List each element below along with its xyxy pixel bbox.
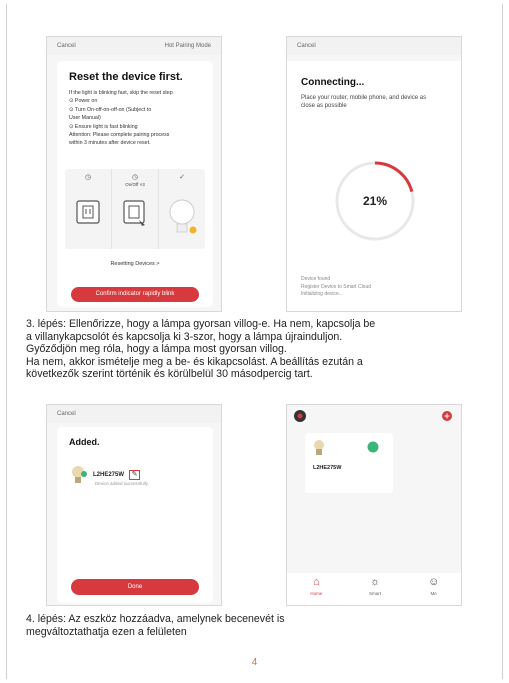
page-number: 4 (251, 657, 258, 668)
status-lines: Device found Register Device to Smart Cl… (301, 276, 371, 299)
topbar: Cancel (47, 405, 221, 423)
cancel-link[interactable]: Cancel (297, 43, 316, 49)
pairing-mode-link[interactable]: Hot Pairing Mode (165, 43, 211, 49)
cancel-link[interactable]: Cancel (57, 411, 76, 417)
edit-name-icon[interactable]: ✎ (129, 470, 141, 480)
text-line: a villanykapcsolót és kapcsolja ki 3-szo… (26, 330, 343, 343)
step-switch: ◷ On/Off ×3 (112, 169, 159, 249)
switch-icon (123, 200, 145, 226)
me-icon: ☺ (428, 576, 440, 588)
check-icon: ✓ (179, 174, 185, 181)
home-icon: ⌂ (313, 576, 320, 588)
steps-illustration: ◷ ◷ On/Off ×3 ✓ (65, 169, 205, 249)
step-power: ◷ (65, 169, 112, 249)
reset-instructions: If the light is blinking fast, skip the … (69, 89, 203, 148)
device-card[interactable]: L2HE275W (305, 433, 393, 493)
progress-percent: 21% (362, 194, 388, 208)
topbar: Cancel (287, 37, 461, 55)
reset-title: Reset the device first. (69, 71, 183, 83)
status-line: Initializing device... (301, 291, 343, 297)
connecting-subtitle: Place your router, mobile phone, and dev… (301, 95, 427, 109)
tab-me[interactable]: ☺ Me (404, 573, 461, 605)
connecting-title: Connecting... (301, 77, 365, 88)
done-button[interactable]: Done (71, 579, 199, 595)
text-line: megváltoztathatja ezen a felületen (26, 625, 187, 638)
instruction-line: ⊙ Ensure light is fast blinking (69, 123, 138, 130)
device-added-status: Device added successfully (95, 481, 149, 486)
text-line: Győződjön meg róla, hogy a lámpa most gy… (26, 343, 287, 356)
text-line: Ha nem, akkor ismételje meg a be- és kik… (26, 355, 363, 368)
step-bulb: ✓ (159, 169, 205, 249)
step4-text: 4. lépés: Az eszköz hozzáadva, amelynek … (26, 613, 486, 638)
added-card: Added. L2HE275W ✎ Device added successfu… (57, 427, 213, 603)
instruction-line: within 3 minutes after device reset. (69, 140, 151, 147)
clock-icon: ◷ (131, 174, 139, 181)
add-device-icon[interactable] (441, 410, 453, 422)
connecting-card: Connecting... Place your router, mobile … (287, 61, 461, 311)
step3-text: 3. lépés: Ellenőrizze, hogy a lámpa gyor… (26, 318, 486, 381)
confirm-blink-button[interactable]: Confirm indicator rapidly blink (71, 287, 199, 302)
bottom-tabbar: ⌂ Home ☼ Smart ☺ Me (287, 573, 461, 605)
instruction-line: ⊙ Turn On-off-on-off-on (Subject to (69, 106, 152, 113)
instruction-line: If the light is blinking fast, skip the … (69, 90, 173, 96)
bulb-icon (314, 440, 324, 455)
bulb-icon (169, 199, 197, 234)
tab-smart[interactable]: ☼ Smart (346, 573, 405, 605)
status-line: Device found (301, 276, 331, 282)
added-title: Added. (69, 437, 100, 447)
device-name: L2HE275W (313, 465, 342, 471)
clock-icon: ◷ (84, 174, 92, 181)
smart-icon: ☼ (369, 576, 381, 588)
instruction-line: User Manual) (69, 115, 101, 122)
progress-ring: 21% (331, 157, 419, 245)
tab-home[interactable]: ⌂ Home (287, 573, 346, 605)
instruction-line: ⊙ Power on (69, 98, 98, 105)
resetting-devices-link[interactable]: Resetting Devices > (57, 261, 213, 267)
reset-card: Reset the device first. If the light is … (57, 61, 213, 307)
text-line: 3. lépés: Ellenőrizze, hogy a lámpa gyor… (26, 318, 376, 330)
screenshot-added: Cancel Added. L2HE275W ✎ Device added su… (46, 404, 222, 606)
socket-icon (76, 200, 100, 224)
cancel-link[interactable]: Cancel (57, 43, 76, 49)
switch-count: On/Off ×3 (125, 182, 145, 187)
topbar: Cancel Hot Pairing Mode (47, 37, 221, 55)
text-line: következők szerint történik és körülbelü… (26, 368, 313, 381)
screenshot-reset: Cancel Hot Pairing Mode Reset the device… (46, 36, 222, 312)
screenshot-home: L2HE275W ⌂ Home ☼ Smart ☺ Me (286, 404, 462, 606)
instruction-line: Attention: Please complete pairing proce… (69, 132, 170, 139)
avatar-icon[interactable] (293, 409, 307, 423)
screenshot-connecting: Cancel Connecting... Place your router, … (286, 36, 462, 312)
device-name: L2HE275W (93, 472, 125, 478)
power-toggle-icon[interactable] (367, 441, 379, 453)
text-line: 4. lépés: Az eszköz hozzáadva, amelynek … (26, 613, 285, 625)
bulb-icon (72, 466, 87, 483)
status-line: Register Device to Smart Cloud (301, 283, 372, 290)
